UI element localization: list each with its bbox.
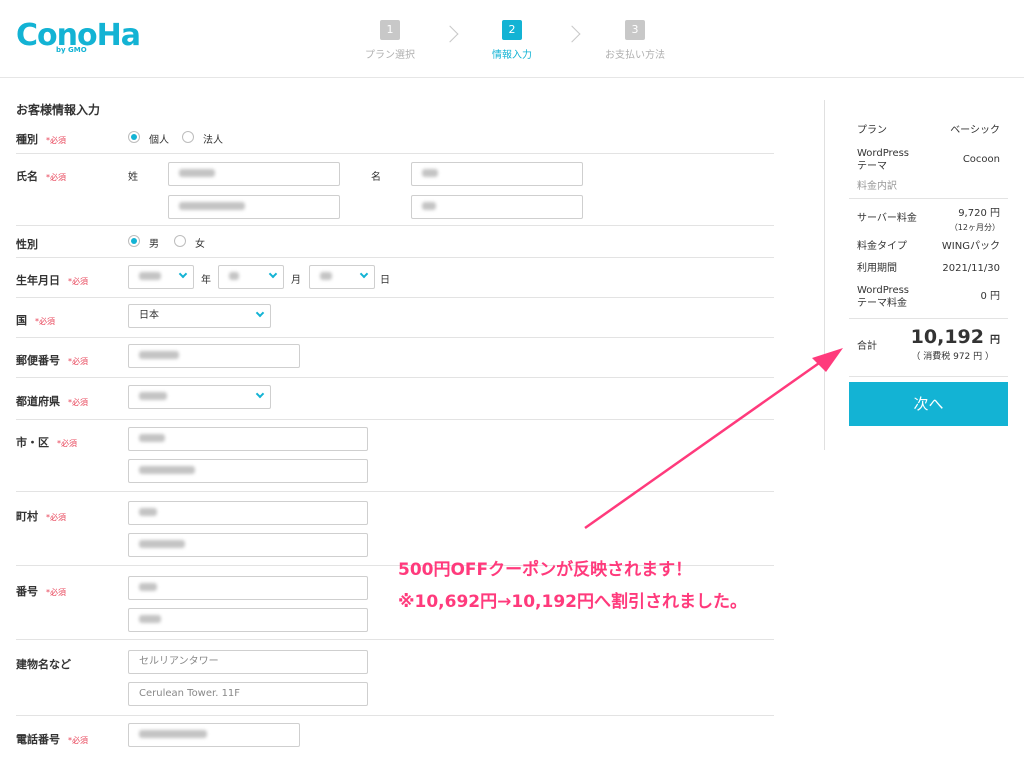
annotation-line-1: 500円OFFクーポンが反映されます！ xyxy=(398,560,693,580)
annotation-line-2: ※10,692円→10,192円へ割引されました。 xyxy=(398,592,747,612)
annotation-arrow-icon xyxy=(584,348,843,530)
